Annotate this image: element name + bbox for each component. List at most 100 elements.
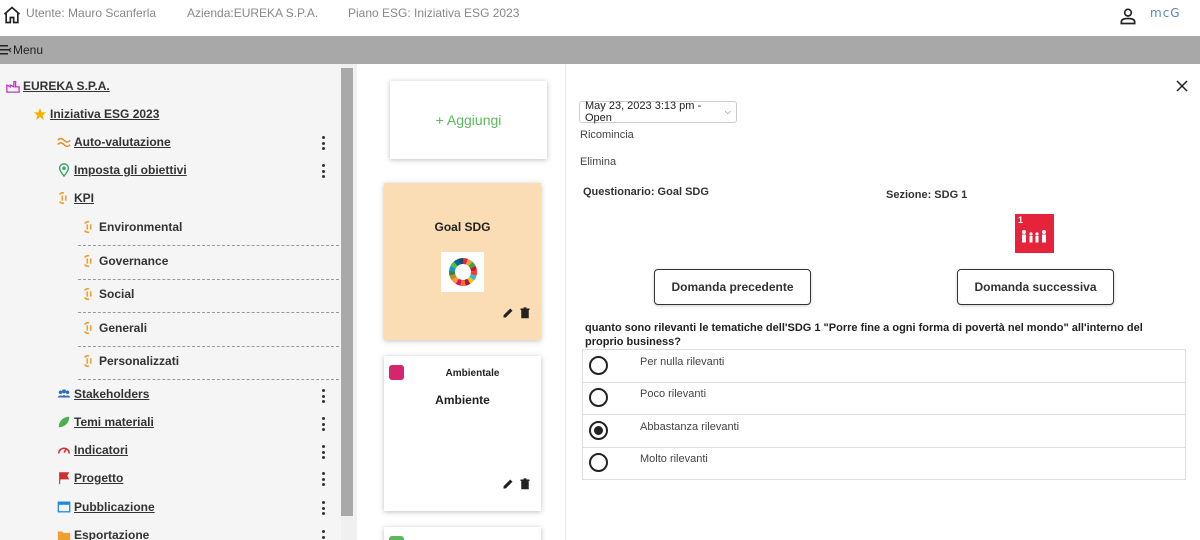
- option-label: Molto rilevanti: [640, 453, 708, 465]
- option-label: Per nulla rilevanti: [640, 356, 725, 368]
- previous-question-button[interactable]: Domanda precedente: [654, 269, 811, 305]
- add-card-button[interactable]: + Aggiungi: [390, 81, 547, 159]
- kebab-menu-icon[interactable]: [318, 417, 328, 431]
- sidebar-item-label: Indicatori: [74, 443, 129, 457]
- chevron-down-icon: ⌵: [724, 107, 731, 116]
- kpi-sub-label: Personalizzati: [99, 354, 180, 368]
- top-header: Utente: Mauro Scanferla Azienda:EUREKA S…: [0, 0, 1200, 36]
- kebab-menu-icon[interactable]: [318, 530, 328, 540]
- kpi-icon: [83, 254, 92, 268]
- option-row[interactable]: Molto rilevanti: [583, 447, 1185, 480]
- kpi-sub-row[interactable]: Environmental: [78, 212, 339, 246]
- cards-column: + Aggiungi Goal SDG Ambientale Ambiente: [357, 64, 566, 540]
- session-select-value: May 23, 2023 3:13 pm - Open: [585, 100, 702, 124]
- kebab-menu-icon[interactable]: [318, 472, 328, 486]
- edit-icon[interactable]: [502, 307, 514, 319]
- restart-link[interactable]: Ricomincia: [580, 129, 634, 141]
- wave-icon: [57, 137, 71, 148]
- sidebar-item-label: Stakeholders: [74, 387, 150, 401]
- trash-icon[interactable]: [519, 307, 531, 319]
- question-text: quanto sono rilevanti le tematiche dell'…: [585, 322, 1143, 348]
- sdg-wheel-logo: [441, 252, 484, 292]
- window-icon: [57, 501, 71, 513]
- kpi-sub-row[interactable]: Generali: [78, 313, 339, 347]
- ambiente-card[interactable]: Ambientale Ambiente: [384, 356, 541, 511]
- sidebar: EUREKA S.P.A. Iniziativa ESG 2023 Auto-v…: [0, 64, 341, 540]
- kpi-sub-row[interactable]: Personalizzati: [78, 346, 339, 380]
- kebab-menu-icon[interactable]: [318, 136, 328, 150]
- user-info: Utente: Mauro Scanferla: [26, 6, 157, 20]
- delete-link[interactable]: Elimina: [580, 156, 616, 168]
- sdg-wheel-icon: [448, 258, 477, 286]
- kpi-sub-label: Governance: [99, 254, 169, 268]
- home-icon[interactable]: [2, 5, 22, 25]
- option-row[interactable]: Abbastanza rilevanti: [583, 415, 1185, 448]
- kpi-sub-label: Social: [99, 287, 135, 301]
- option-row[interactable]: Per nulla rilevanti: [583, 350, 1185, 383]
- sidebar-company[interactable]: EUREKA S.P.A.: [6, 79, 110, 93]
- kebab-menu-icon[interactable]: [318, 501, 328, 515]
- kpi-sub-label: Environmental: [99, 220, 183, 234]
- sidebar-company-label: EUREKA S.P.A.: [23, 79, 110, 93]
- kpi-sub-personalizzati[interactable]: Personalizzati: [82, 354, 179, 368]
- sidebar-item-imposta-obiettivi[interactable]: Imposta gli obiettivi: [57, 163, 187, 177]
- sidebar-item-esportazione[interactable]: Esportazione: [57, 528, 149, 540]
- menu-label: Menu: [13, 43, 44, 57]
- sidebar-item-label: Temi materiali: [74, 415, 154, 429]
- sidebar-item-label: Imposta gli obiettivi: [74, 163, 187, 177]
- session-select[interactable]: May 23, 2023 3:13 pm - Open ⌵: [579, 100, 737, 124]
- sidebar-item-label: Progetto: [74, 471, 124, 485]
- kebab-menu-icon[interactable]: [318, 445, 328, 459]
- sidebar-item-label: Esportazione: [74, 528, 150, 540]
- sidebar-scrollbar[interactable]: [341, 68, 353, 516]
- folder-icon: [57, 531, 71, 540]
- sidebar-item-label: Auto-valutazione: [74, 135, 171, 149]
- radio-button[interactable]: [589, 421, 608, 440]
- radio-button[interactable]: [589, 356, 608, 375]
- plan-info: Piano ESG: Iniziativa ESG 2023: [348, 6, 520, 20]
- kebab-menu-icon[interactable]: [318, 164, 328, 178]
- sidebar-item-pubblicazione[interactable]: Pubblicazione: [57, 500, 155, 514]
- close-icon[interactable]: [1176, 80, 1188, 92]
- radio-button[interactable]: [589, 453, 608, 472]
- star-icon: [33, 107, 47, 121]
- sidebar-item-temi-materiali[interactable]: Temi materiali: [57, 415, 154, 429]
- sidebar-item-label: Pubblicazione: [74, 500, 155, 514]
- sidebar-initiative-label: Iniziativa ESG 2023: [50, 107, 160, 121]
- edit-icon[interactable]: [502, 478, 514, 490]
- leaf-icon: [58, 416, 70, 428]
- kpi-sub-environmental[interactable]: Environmental: [82, 220, 182, 234]
- kpi-sub-row[interactable]: Governance: [78, 246, 339, 280]
- kpi-sub-row[interactable]: Social: [78, 279, 339, 313]
- kpi-icon: [83, 321, 92, 335]
- kpi-sub-social[interactable]: Social: [82, 287, 134, 301]
- kpi-sub-governance[interactable]: Governance: [82, 254, 168, 268]
- company-info: Azienda:EUREKA S.P.A.: [187, 6, 319, 20]
- option-row[interactable]: Poco rilevanti: [583, 382, 1185, 415]
- target-pin-icon: [58, 163, 70, 177]
- gauge-icon: [57, 447, 71, 454]
- people-icon: [57, 389, 71, 398]
- next-card-partial[interactable]: [384, 527, 541, 540]
- brand-logo: mcG: [1150, 6, 1194, 24]
- family-icon: [1022, 230, 1046, 243]
- sidebar-item-kpi[interactable]: KPI: [57, 191, 94, 205]
- section-label: Sezione: SDG 1: [886, 189, 968, 201]
- sdg1-badge: 1: [1015, 214, 1054, 253]
- menu-button[interactable]: Menu: [0, 43, 43, 57]
- sidebar-item-progetto[interactable]: Progetto: [57, 471, 123, 485]
- kpi-sub-generali[interactable]: Generali: [82, 321, 147, 335]
- sidebar-item-indicatori[interactable]: Indicatori: [57, 443, 128, 457]
- answer-options: Per nulla rilevanti Poco rilevanti Abbas…: [582, 349, 1186, 480]
- goal-sdg-card[interactable]: Goal SDG: [384, 183, 541, 340]
- sidebar-item-stakeholders[interactable]: Stakeholders: [57, 387, 149, 401]
- next-question-button[interactable]: Domanda successiva: [957, 269, 1114, 305]
- sidebar-initiative[interactable]: Iniziativa ESG 2023: [33, 107, 159, 121]
- trash-icon[interactable]: [519, 478, 531, 490]
- sidebar-item-auto-valutazione[interactable]: Auto-valutazione: [57, 135, 171, 149]
- kebab-menu-icon[interactable]: [318, 389, 328, 403]
- kpi-icon: [83, 287, 92, 301]
- radio-button[interactable]: [589, 388, 608, 407]
- user-icon[interactable]: [1118, 6, 1138, 26]
- card-category: Ambientale: [445, 368, 500, 379]
